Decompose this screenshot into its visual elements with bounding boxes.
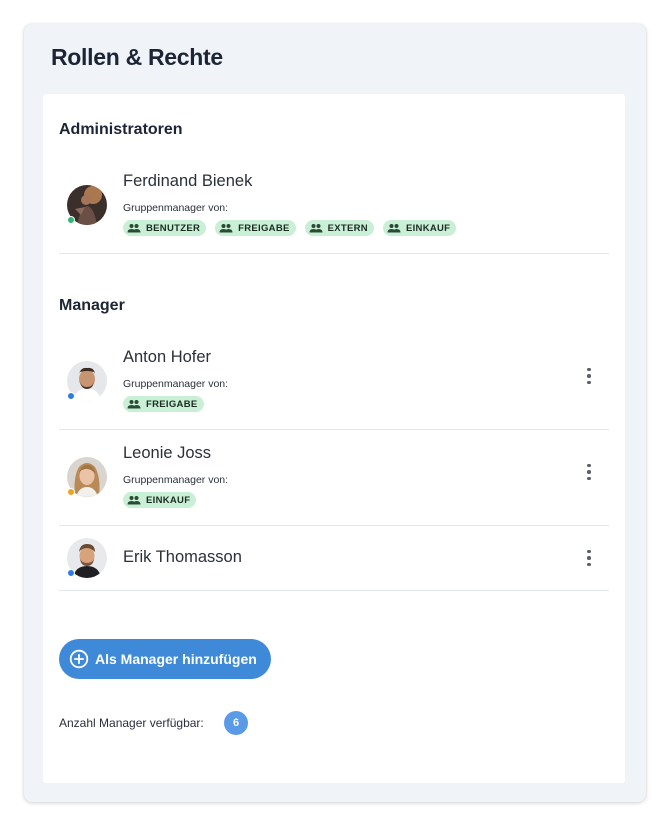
divider — [59, 253, 609, 254]
status-dot-online — [67, 216, 75, 224]
manager-row-leonie: Leonie Joss Gruppenmanager von: EINKAUF — [59, 444, 609, 524]
person-name: Leonie Joss — [123, 444, 212, 462]
group-icon — [127, 400, 141, 409]
group-chip: FREIGABE — [215, 220, 296, 236]
divider — [59, 429, 609, 430]
manager-row-anton: Anton Hofer Gruppenmanager von: FREIGABE — [59, 348, 609, 428]
group-chip-label: EINKAUF — [405, 222, 451, 234]
group-manager-label: Gruppenmanager von: — [123, 378, 229, 390]
section-title-administrators: Administratoren — [59, 121, 183, 138]
group-icon — [219, 224, 233, 233]
divider — [59, 590, 609, 591]
group-icon — [127, 224, 141, 233]
admin-row-ferdinand: Ferdinand Bienek Gruppenmanager von: BEN… — [59, 172, 609, 252]
more-options-icon[interactable] — [579, 546, 599, 570]
available-managers-label: Anzahl Manager verfügbar: — [59, 716, 204, 730]
available-count-badge: 6 — [224, 711, 248, 735]
plus-circle-icon — [69, 649, 89, 669]
person-name: Ferdinand Bienek — [123, 172, 253, 190]
group-chip: EINKAUF — [123, 492, 197, 508]
person-name: Anton Hofer — [123, 348, 212, 366]
group-chip-label: EXTERN — [327, 222, 368, 234]
add-manager-button[interactable]: Als Manager hinzufügen — [59, 639, 271, 679]
more-options-icon[interactable] — [579, 364, 599, 388]
add-manager-label: Als Manager hinzufügen — [95, 651, 257, 667]
group-chips: BENUTZER FREIGABE EXTERN EINKAUF — [123, 220, 457, 236]
roles-card: Rollen & Rechte Administratoren Ferdinan… — [24, 24, 646, 802]
manager-row-erik: Erik Thomasson — [59, 526, 609, 590]
page-title: Rollen & Rechte — [51, 44, 223, 70]
more-options-icon[interactable] — [579, 460, 599, 484]
group-chips: FREIGABE — [123, 396, 204, 412]
group-chip: FREIGABE — [123, 396, 204, 412]
person-name: Erik Thomasson — [123, 548, 242, 566]
group-icon — [387, 224, 401, 233]
group-manager-label: Gruppenmanager von: — [123, 474, 229, 486]
roles-panel: Administratoren Ferdinand Bienek Gruppen… — [43, 94, 625, 783]
group-chip: EXTERN — [304, 220, 374, 236]
group-chip-label: FREIGABE — [146, 398, 198, 410]
group-chip-label: EINKAUF — [146, 494, 191, 506]
status-dot-online — [67, 569, 75, 577]
group-chip: BENUTZER — [123, 220, 207, 236]
group-chip-label: FREIGABE — [238, 222, 290, 234]
group-icon — [309, 224, 323, 233]
group-chips: EINKAUF — [123, 492, 197, 508]
group-icon — [127, 496, 141, 505]
group-chip-label: BENUTZER — [146, 222, 201, 234]
section-title-managers: Manager — [59, 297, 125, 314]
group-manager-label: Gruppenmanager von: — [123, 202, 229, 214]
status-dot-online — [67, 392, 75, 400]
group-chip: EINKAUF — [382, 220, 457, 236]
status-dot-away — [67, 488, 75, 496]
